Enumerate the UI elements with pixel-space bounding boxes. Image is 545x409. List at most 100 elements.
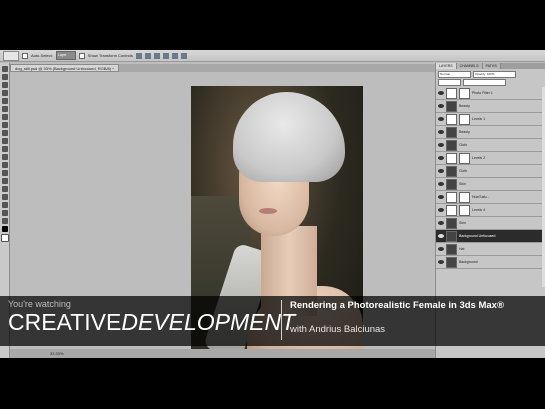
blend-mode-select[interactable]: Normal (438, 71, 471, 78)
shape-tool-icon[interactable] (1, 202, 8, 208)
layer-row[interactable]: Levels 1 (436, 113, 545, 126)
visibility-eye-icon[interactable] (438, 117, 444, 121)
layer-row[interactable]: Background (436, 256, 545, 269)
fill-field[interactable] (463, 79, 506, 86)
auto-select-dropdown[interactable]: Layer (55, 51, 76, 60)
foreground-color-icon[interactable] (1, 226, 8, 232)
layer-row[interactable]: Levels 4 (436, 204, 545, 217)
visibility-eye-icon[interactable] (438, 208, 444, 212)
healing-brush-icon[interactable] (1, 114, 8, 120)
pen-tool-icon[interactable] (1, 178, 8, 184)
move-tool-preset[interactable] (3, 50, 19, 61)
layer-row[interactable]: Cloth (436, 139, 545, 152)
tab-channels[interactable]: CHANNELS (456, 63, 483, 69)
layer-row[interactable]: Skin (436, 217, 545, 230)
watching-label: You're watching (8, 299, 71, 309)
layer-row[interactable]: Photo Filter 1 (436, 87, 545, 100)
zoom-level[interactable]: 33.33% (50, 351, 64, 356)
align-center-icon[interactable] (171, 52, 178, 59)
status-bar: 33.33% (10, 349, 435, 358)
clone-stamp-icon[interactable] (1, 130, 8, 136)
zoom-tool-icon[interactable] (1, 218, 8, 224)
layer-row-selected[interactable]: Background Unfocused (436, 230, 545, 243)
layer-row[interactable]: Levels 2 (436, 152, 545, 165)
visibility-eye-icon[interactable] (438, 169, 444, 173)
path-select-icon[interactable] (1, 194, 8, 200)
tab-layers[interactable]: LAYERS (436, 63, 457, 69)
lips (259, 208, 277, 214)
tab-paths[interactable]: PATHS (482, 63, 501, 69)
show-transform-checkbox[interactable] (78, 52, 85, 59)
lock-controls[interactable] (438, 79, 461, 86)
options-bar: Auto-Select: Layer Show Transform Contro… (0, 50, 545, 62)
layer-row[interactable]: Beauty (436, 100, 545, 113)
layer-mask-thumbnail (459, 113, 470, 125)
layer-row[interactable]: Cloth (436, 165, 545, 178)
layer-value: Layer (57, 53, 67, 57)
layer-thumbnail (446, 243, 457, 255)
visibility-eye-icon[interactable] (438, 143, 444, 147)
visibility-eye-icon[interactable] (438, 130, 444, 134)
layer-row[interactable]: Hue/Satu... (436, 191, 545, 204)
transform-label: Show Transform Controls (87, 53, 133, 58)
layer-thumbnail (446, 87, 457, 99)
marquee-tool-icon[interactable] (1, 74, 8, 80)
layer-name: Hue/Satu... (472, 195, 490, 199)
layer-row[interactable]: Hat (436, 243, 545, 256)
layer-thumbnail (446, 204, 457, 216)
align-right-icon[interactable] (180, 52, 187, 59)
layer-name: Levels 2 (472, 156, 486, 160)
layer-name: Cloth (459, 143, 468, 147)
align-bottom-icon[interactable] (153, 52, 160, 59)
visibility-eye-icon[interactable] (438, 221, 444, 225)
gradient-icon[interactable] (1, 154, 8, 160)
visibility-eye-icon[interactable] (438, 91, 444, 95)
move-tool-icon[interactable] (1, 66, 8, 72)
layer-thumbnail (446, 165, 457, 177)
quick-select-icon[interactable] (1, 90, 8, 96)
visibility-eye-icon[interactable] (438, 104, 444, 108)
blur-tool-icon[interactable] (1, 162, 8, 168)
align-middle-icon[interactable] (144, 52, 151, 59)
layer-mask-thumbnail (459, 152, 470, 164)
layer-row[interactable]: Beauty (436, 126, 545, 139)
align-top-icon[interactable] (135, 52, 142, 59)
brush-tool-icon[interactable] (1, 122, 8, 128)
layer-thumbnail (446, 152, 457, 164)
lasso-tool-icon[interactable] (1, 82, 8, 88)
author-line: with Andrius Balciunas (290, 324, 386, 335)
background-color-icon[interactable] (0, 234, 9, 242)
layer-mask-thumbnail (459, 204, 470, 216)
lock-row (436, 77, 545, 86)
layer-name: Hat (459, 247, 465, 251)
visibility-eye-icon[interactable] (438, 260, 444, 264)
history-brush-icon[interactable] (1, 138, 8, 144)
overlay-divider (281, 300, 282, 340)
hand-tool-icon[interactable] (1, 210, 8, 216)
layer-name: Levels 1 (472, 117, 486, 121)
layer-name: Beauty (459, 130, 470, 134)
eraser-icon[interactable] (1, 146, 8, 152)
layer-thumbnail (446, 217, 457, 229)
layer-name: Levels 4 (472, 208, 486, 212)
align-left-icon[interactable] (162, 52, 169, 59)
visibility-eye-icon[interactable] (438, 247, 444, 251)
visibility-eye-icon[interactable] (438, 195, 444, 199)
document-tab[interactable]: dog_still.psd @ 33% (Background Unfocuse… (10, 64, 119, 72)
knit-hat (233, 92, 345, 182)
layer-name: Cloth (459, 169, 468, 173)
visibility-eye-icon[interactable] (438, 182, 444, 186)
opacity-field[interactable]: Opacity: 100% (473, 71, 516, 78)
type-tool-icon[interactable] (1, 186, 8, 192)
dodge-tool-icon[interactable] (1, 170, 8, 176)
brand-logo: CREATIVEDEVELOPMENT (8, 309, 295, 336)
crop-tool-icon[interactable] (1, 98, 8, 104)
layer-row[interactable]: Skin (436, 178, 545, 191)
auto-select-checkbox[interactable] (22, 52, 28, 59)
layer-thumbnail (446, 230, 457, 242)
eyedropper-icon[interactable] (1, 106, 8, 112)
layer-name: Skin (459, 182, 466, 186)
visibility-eye-icon[interactable] (438, 234, 444, 238)
layer-name: Background (459, 260, 478, 264)
visibility-eye-icon[interactable] (438, 156, 444, 160)
